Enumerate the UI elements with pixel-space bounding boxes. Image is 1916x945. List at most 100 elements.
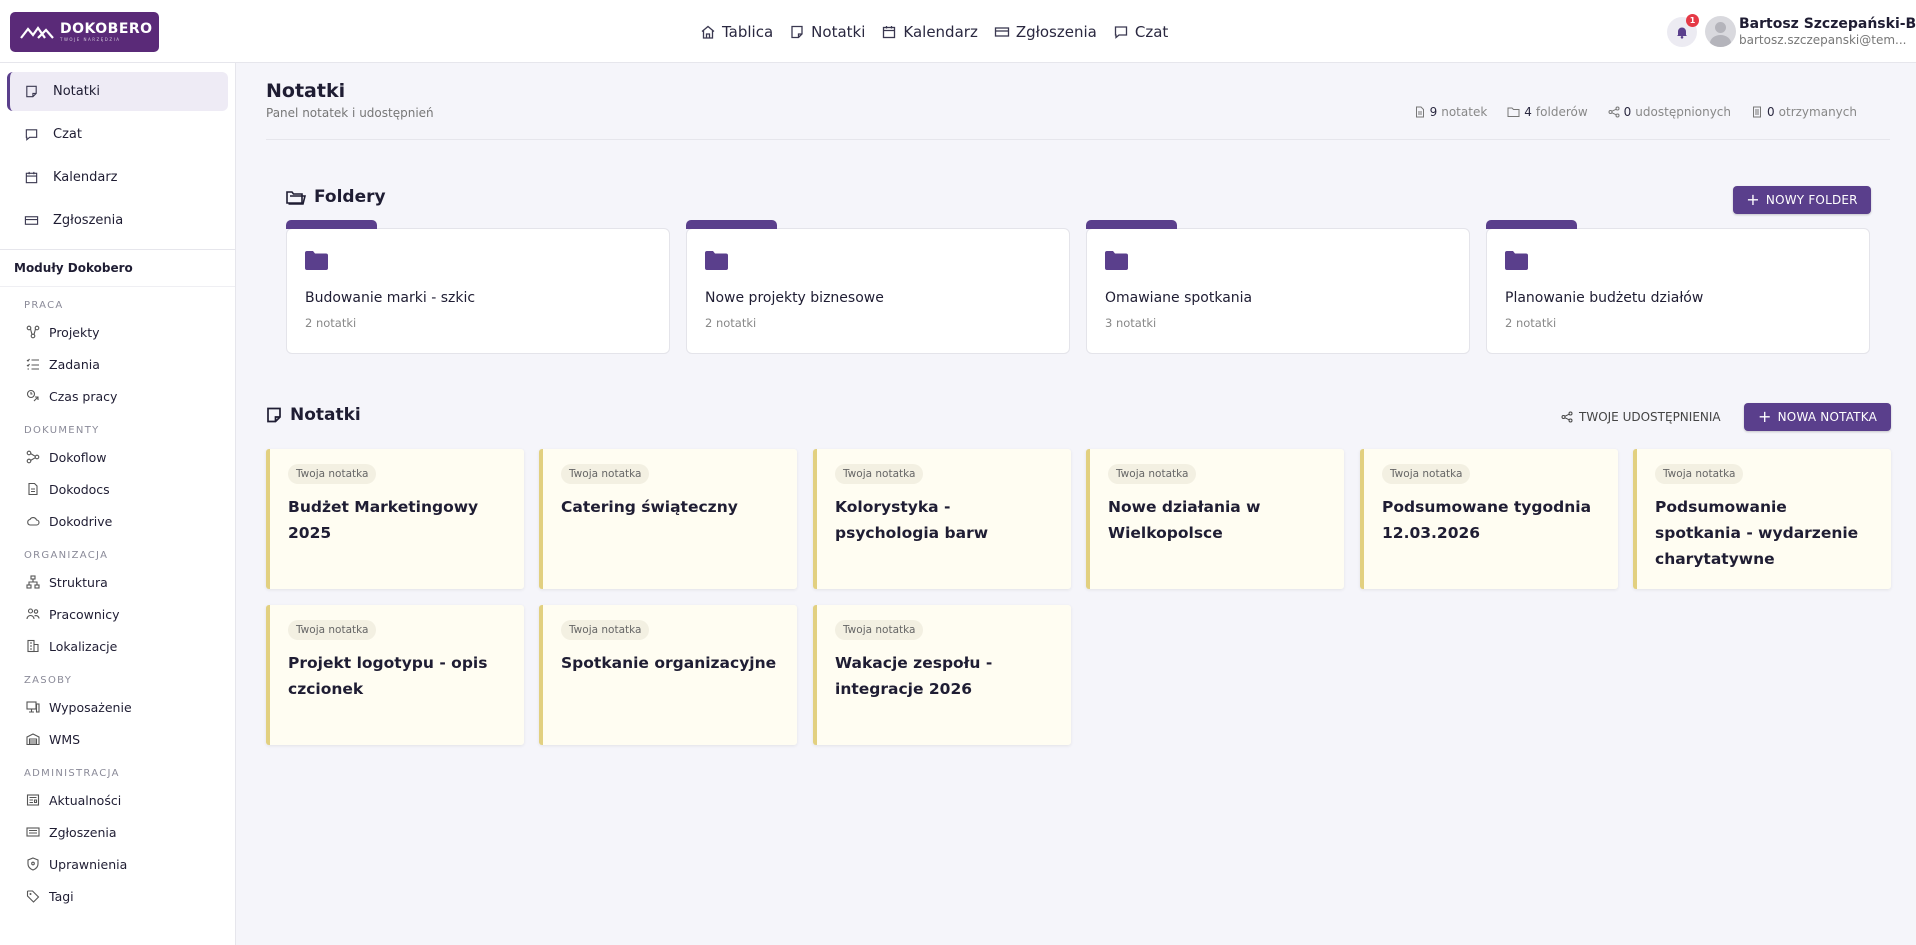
stat-value: 0	[1623, 105, 1632, 119]
plus-icon: +	[1758, 407, 1772, 426]
stats-bar: 9 notatek 4 folderów 0 udostępnionych 0 …	[1414, 105, 1857, 119]
module-wms[interactable]: WMS	[0, 723, 235, 755]
folder-name: Budowanie marki - szkic	[305, 290, 476, 306]
brand-tagline: TWOJE NARZĘDZIA	[60, 37, 121, 42]
module-label: Aktualności	[49, 792, 122, 808]
notifications-button[interactable]: 1	[1667, 14, 1699, 47]
user-menu[interactable]: Bartosz Szczepański-B... bartosz.szczepa…	[1739, 16, 1916, 47]
sidebar-item-zgloszenia[interactable]: Zgłoszenia	[7, 201, 228, 240]
note-owner-badge: Twoja notatka	[1108, 464, 1197, 484]
ticket-icon	[994, 26, 1009, 37]
module-aktualnosci[interactable]: Aktualności	[0, 784, 235, 816]
structure-icon	[26, 575, 40, 589]
your-shares-label: TWOJE UDOSTĘPNIENIA	[1579, 410, 1721, 424]
user-avatar[interactable]	[1705, 16, 1736, 47]
note-title: Spotkanie organizacyjne	[561, 654, 777, 672]
sidebar-item-czat[interactable]: Czat	[7, 115, 228, 154]
tag-icon	[26, 890, 40, 903]
stat-value: 4	[1524, 105, 1532, 119]
sidebar-item-label: Czat	[53, 127, 82, 142]
note-card[interactable]: Twoja notatka Wakacje zespołu - integrac…	[813, 605, 1071, 745]
topnav-tablica[interactable]: Tablica	[700, 23, 773, 41]
module-dokodocs[interactable]: Dokodocs	[0, 473, 235, 505]
module-struktura[interactable]: Struktura	[0, 566, 235, 598]
module-projekty[interactable]: Projekty	[0, 316, 235, 348]
note-card[interactable]: Twoja notatka Podsumowanie spotkania - w…	[1633, 449, 1891, 589]
module-pracownicy[interactable]: Pracownicy	[0, 598, 235, 630]
note-title: Podsumowane tygodnia 12.03.2026	[1382, 498, 1592, 542]
note-owner-badge: Twoja notatka	[561, 620, 650, 640]
new-note-button[interactable]: + NOWA NOTATKA	[1744, 403, 1891, 431]
brand-name: DOKOBERO	[60, 21, 153, 37]
folder-icon	[1505, 251, 1528, 270]
module-label: WMS	[49, 731, 81, 747]
module-tagi[interactable]: Tagi	[0, 880, 235, 912]
topnav-notatki[interactable]: Notatki	[789, 23, 865, 41]
folder-card[interactable]: Budowanie marki - szkic 2 notatki	[286, 220, 670, 354]
document-icon	[1415, 106, 1424, 118]
user-email: bartosz.szczepanski@tem...	[1739, 33, 1907, 47]
folder-card[interactable]: Planowanie budżetu działów 2 notatki	[1486, 220, 1870, 354]
note-card[interactable]: Twoja notatka Kolorystyka - psychologia …	[813, 449, 1071, 589]
section-label-administracja: ADMINISTRACJA	[24, 768, 120, 779]
module-wyposazenie[interactable]: Wyposażenie	[0, 691, 235, 723]
ticket-icon	[24, 216, 39, 225]
folder-note-count: 2 notatki	[705, 316, 757, 330]
stat-received: 0 otrzymanych	[1751, 105, 1857, 119]
sidebar-item-label: Zgłoszenia	[53, 213, 124, 228]
projects-icon	[26, 325, 40, 339]
folder-note-count: 3 notatki	[1105, 316, 1157, 330]
page-subtitle: Panel notatek i udostępnień	[266, 106, 434, 120]
stat-value: 9	[1429, 105, 1438, 119]
top-navigation: Tablica Notatki Kalendarz Zgłoszenia Cza…	[700, 0, 1168, 63]
new-folder-button[interactable]: + NOWY FOLDER	[1733, 186, 1871, 214]
stat-value: 0	[1767, 105, 1775, 119]
module-dokoflow[interactable]: Dokoflow	[0, 441, 235, 473]
people-icon	[26, 608, 40, 620]
folder-name: Planowanie budżetu działów	[1505, 290, 1704, 306]
header-divider	[266, 139, 1890, 140]
chat-icon	[25, 129, 38, 141]
note-card[interactable]: Twoja notatka Podsumowane tygodnia 12.03…	[1360, 449, 1618, 589]
note-card[interactable]: Twoja notatka Catering świąteczny	[539, 449, 797, 589]
module-lokalizacje[interactable]: Lokalizacje	[0, 630, 235, 662]
note-card[interactable]: Twoja notatka Nowe działania w Wielkopol…	[1086, 449, 1344, 589]
folder-card[interactable]: Nowe projekty biznesowe 2 notatki	[686, 220, 1070, 354]
main-content: Notatki Panel notatek i udostępnień 9 no…	[236, 63, 1916, 945]
topnav-label: Zgłoszenia	[1015, 22, 1097, 41]
sidebar-item-kalendarz[interactable]: Kalendarz	[7, 158, 228, 197]
module-label: Projekty	[49, 324, 100, 340]
new-folder-label: NOWY FOLDER	[1765, 193, 1858, 207]
sidebar-item-label: Notatki	[53, 84, 100, 99]
topnav-zgloszenia[interactable]: Zgłoszenia	[994, 23, 1097, 41]
note-title: Budżet Marketingowy 2025	[288, 498, 479, 542]
sidebar-main-nav: Notatki Czat Kalendarz Zgłoszenia	[0, 63, 235, 250]
new-note-label: NOWA NOTATKA	[1777, 410, 1877, 424]
module-label: Tagi	[49, 888, 74, 904]
note-card[interactable]: Twoja notatka Spotkanie organizacyjne	[539, 605, 797, 745]
note-card[interactable]: Twoja notatka Budżet Marketingowy 2025	[266, 449, 524, 589]
chat-icon	[1114, 25, 1127, 39]
module-label: Uprawnienia	[49, 856, 128, 872]
topnav-label: Kalendarz	[903, 22, 978, 41]
module-zadania[interactable]: Zadania	[0, 348, 235, 380]
brand-logo[interactable]: DOKOBERO TWOJE NARZĘDZIA	[10, 12, 159, 52]
topnav-label: Czat	[1134, 22, 1169, 41]
stat-shared: 0 udostępnionych	[1608, 105, 1731, 119]
folder-card[interactable]: Omawiane spotkania 3 notatki	[1086, 220, 1470, 354]
note-card[interactable]: Twoja notatka Projekt logotypu - opis cz…	[266, 605, 524, 745]
sidebar: Notatki Czat Kalendarz Zgłoszenia Moduły…	[0, 63, 236, 945]
module-uprawnienia[interactable]: Uprawnienia	[0, 848, 235, 880]
topnav-czat[interactable]: Czat	[1113, 23, 1168, 41]
folder-tab	[286, 220, 377, 229]
modules-title: Moduły Dokobero	[0, 250, 235, 287]
topnav-kalendarz[interactable]: Kalendarz	[881, 22, 978, 41]
module-czas-pracy[interactable]: Czas pracy	[0, 380, 235, 412]
your-shares-button[interactable]: TWOJE UDOSTĘPNIENIA	[1561, 403, 1721, 431]
sidebar-item-notatki[interactable]: Notatki	[7, 72, 228, 111]
module-admin-zgloszenia[interactable]: Zgłoszenia	[0, 816, 235, 848]
module-label: Zadania	[49, 356, 100, 372]
note-icon	[267, 407, 281, 423]
folder-name: Nowe projekty biznesowe	[705, 290, 884, 306]
module-dokodrive[interactable]: Dokodrive	[0, 505, 235, 537]
